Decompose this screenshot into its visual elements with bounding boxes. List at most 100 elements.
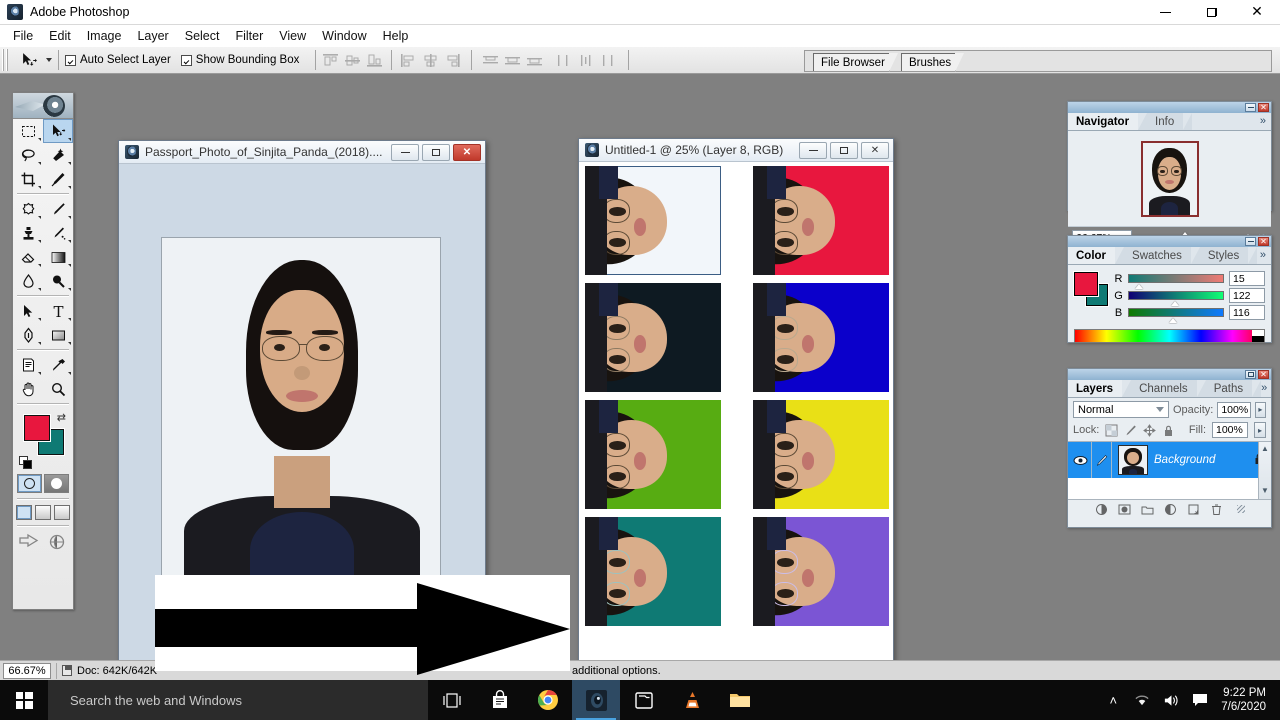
passport-photo-image[interactable] bbox=[161, 237, 441, 589]
standard-mask-mode-button[interactable] bbox=[17, 474, 42, 493]
eraser-tool[interactable] bbox=[13, 245, 43, 269]
color-variant-tile-6[interactable] bbox=[753, 400, 889, 509]
menu-window[interactable]: Window bbox=[314, 27, 374, 45]
standard-screen-mode-button[interactable] bbox=[16, 505, 32, 520]
navigator-thumbnail-area[interactable] bbox=[1068, 131, 1271, 226]
fill-value[interactable]: 100% bbox=[1212, 422, 1248, 438]
window-restore-button[interactable] bbox=[1188, 0, 1234, 25]
blur-tool[interactable] bbox=[13, 269, 43, 293]
menu-image[interactable]: Image bbox=[79, 27, 130, 45]
layer-visibility-eye-icon[interactable] bbox=[1070, 455, 1091, 466]
layers-menu-double-chevron-icon[interactable]: » bbox=[1261, 382, 1272, 395]
blend-mode-select[interactable]: Normal bbox=[1073, 401, 1169, 418]
history-brush-tool[interactable] bbox=[43, 221, 73, 245]
layer-mask-icon[interactable] bbox=[1118, 503, 1131, 516]
color-palette-title-bar[interactable]: ✕ bbox=[1068, 236, 1271, 247]
palette-tab-file-browser[interactable]: File Browser bbox=[813, 53, 899, 73]
document-close-button[interactable]: ✕ bbox=[453, 143, 481, 161]
window-minimize-button[interactable] bbox=[1142, 0, 1188, 25]
menu-file[interactable]: File bbox=[5, 27, 41, 45]
brush-tool[interactable] bbox=[43, 197, 73, 221]
photoshop-icon[interactable] bbox=[572, 680, 620, 720]
color-variant-tile-2[interactable] bbox=[753, 166, 889, 275]
new-layer-icon[interactable] bbox=[1187, 503, 1200, 516]
chrome-icon[interactable] bbox=[524, 680, 572, 720]
lock-all-icon[interactable] bbox=[1162, 424, 1175, 437]
scroll-up-arrow-icon[interactable]: ▲ bbox=[1259, 442, 1271, 454]
document-close-button-untitled[interactable]: ✕ bbox=[861, 141, 889, 159]
palette-tab-brushes[interactable]: Brushes bbox=[901, 53, 966, 73]
menu-edit[interactable]: Edit bbox=[41, 27, 79, 45]
menu-filter[interactable]: Filter bbox=[227, 27, 271, 45]
align-top-edges-icon[interactable] bbox=[322, 53, 339, 68]
document-title-bar[interactable]: Passport_Photo_of_Sinjita_Panda_(2018)..… bbox=[119, 141, 485, 164]
layers-resize-grip[interactable] bbox=[1236, 505, 1245, 513]
channel-r-slider[interactable] bbox=[1128, 274, 1224, 289]
eyedropper-tool[interactable] bbox=[43, 353, 73, 377]
align-vertical-centers-icon[interactable] bbox=[344, 53, 361, 68]
color-variant-tile-5[interactable] bbox=[585, 400, 721, 509]
rectangular-marquee-tool[interactable] bbox=[13, 119, 43, 143]
opacity-value[interactable]: 100% bbox=[1217, 401, 1251, 418]
channel-g-value[interactable]: 122 bbox=[1229, 288, 1265, 303]
color-minimize-button[interactable] bbox=[1245, 237, 1256, 246]
wifi-icon[interactable] bbox=[1134, 692, 1150, 708]
menu-help[interactable]: Help bbox=[375, 27, 417, 45]
magic-wand-tool[interactable] bbox=[43, 143, 73, 167]
file-explorer-window-icon[interactable] bbox=[620, 680, 668, 720]
menu-view[interactable]: View bbox=[271, 27, 314, 45]
document-window-untitled-1[interactable]: Untitled-1 @ 25% (Layer 8, RGB) ✕ bbox=[578, 138, 894, 696]
lasso-tool[interactable] bbox=[13, 143, 43, 167]
navigator-thumbnail[interactable] bbox=[1140, 140, 1199, 217]
distribute-bottom-edges-icon[interactable] bbox=[526, 53, 543, 68]
tab-navigator[interactable]: Navigator bbox=[1068, 113, 1139, 130]
gradient-tool[interactable] bbox=[43, 245, 73, 269]
crop-tool[interactable] bbox=[13, 167, 43, 191]
show-hidden-icons-chevron[interactable]: ˄ bbox=[1105, 692, 1121, 708]
color-spectrum-ramp[interactable] bbox=[1074, 329, 1265, 343]
type-tool[interactable]: T bbox=[43, 299, 73, 323]
color-variant-tile-1[interactable] bbox=[585, 166, 721, 275]
document-title-bar-untitled[interactable]: Untitled-1 @ 25% (Layer 8, RGB) ✕ bbox=[579, 139, 893, 162]
jump-to-imageready-icon[interactable] bbox=[18, 533, 40, 551]
color-variant-tile-7[interactable] bbox=[585, 517, 721, 626]
tab-color[interactable]: Color bbox=[1068, 247, 1116, 264]
action-center-icon[interactable] bbox=[1192, 692, 1208, 708]
distribute-top-edges-icon[interactable] bbox=[482, 53, 499, 68]
tool-preset-dropdown-icon[interactable] bbox=[46, 58, 52, 62]
layer-style-icon[interactable] bbox=[1095, 503, 1108, 516]
distribute-left-edges-icon[interactable] bbox=[555, 53, 572, 68]
lock-transparent-pixels-icon[interactable] bbox=[1105, 424, 1118, 437]
color-variant-tile-4[interactable] bbox=[753, 283, 889, 392]
opacity-stepper-icon[interactable]: ▸ bbox=[1254, 401, 1266, 418]
status-zoom-field[interactable]: 66.67% bbox=[3, 662, 51, 679]
table-row[interactable]: Background bbox=[1068, 442, 1271, 478]
healing-brush-tool[interactable] bbox=[13, 197, 43, 221]
layers-close-button[interactable]: ✕ bbox=[1258, 370, 1269, 379]
navigator-minimize-button[interactable] bbox=[1245, 103, 1256, 112]
distribute-horizontal-centers-icon[interactable] bbox=[577, 53, 594, 68]
volume-icon[interactable] bbox=[1163, 692, 1179, 708]
clone-stamp-tool[interactable] bbox=[13, 221, 43, 245]
menu-layer[interactable]: Layer bbox=[129, 27, 176, 45]
layer-name[interactable]: Background bbox=[1154, 454, 1215, 466]
align-right-edges-icon[interactable] bbox=[444, 53, 461, 68]
layers-minimize-button[interactable] bbox=[1245, 370, 1256, 379]
document-minimize-button[interactable] bbox=[391, 143, 419, 161]
tab-swatches[interactable]: Swatches bbox=[1124, 247, 1191, 264]
layer-list-scrollbar[interactable]: ▲ ▼ bbox=[1258, 442, 1271, 499]
lock-image-pixels-icon[interactable] bbox=[1124, 424, 1137, 437]
folder-icon[interactable] bbox=[716, 680, 764, 720]
color-menu-double-chevron-icon[interactable]: » bbox=[1260, 249, 1271, 262]
color-panel-foreground-swatch[interactable] bbox=[1074, 272, 1098, 296]
move-tool[interactable] bbox=[43, 119, 73, 143]
scroll-down-arrow-icon[interactable]: ▼ bbox=[1259, 484, 1271, 496]
tab-paths[interactable]: Paths bbox=[1205, 380, 1253, 397]
document-restore-button-untitled[interactable] bbox=[830, 141, 858, 159]
hand-tool[interactable] bbox=[13, 377, 43, 401]
path-selection-tool[interactable] bbox=[13, 299, 43, 323]
align-bottom-edges-icon[interactable] bbox=[366, 53, 383, 68]
document-canvas-untitled[interactable] bbox=[579, 162, 893, 696]
layer-edit-brush-icon[interactable] bbox=[1091, 442, 1112, 478]
tab-styles[interactable]: Styles bbox=[1199, 247, 1249, 264]
